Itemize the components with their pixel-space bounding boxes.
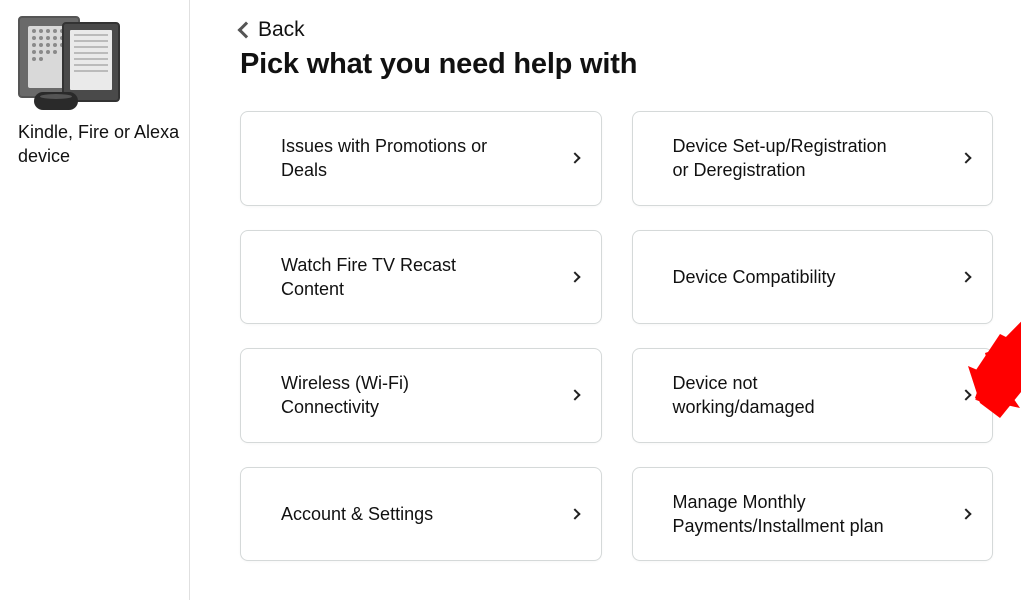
chevron-right-icon: [569, 390, 580, 401]
page-title: Pick what you need help with: [240, 48, 993, 81]
main-content: Back Pick what you need help with Issues…: [190, 0, 1021, 600]
option-label: Device Set-up/Registration or Deregistra…: [673, 134, 903, 183]
chevron-right-icon: [960, 390, 971, 401]
chevron-right-icon: [569, 271, 580, 282]
chevron-right-icon: [960, 271, 971, 282]
sidebar-device-label: Kindle, Fire or Alexa device: [18, 120, 181, 169]
option-manage-payments[interactable]: Manage Monthly Payments/Installment plan: [632, 467, 994, 562]
option-label: Manage Monthly Payments/Installment plan: [673, 490, 903, 539]
option-label: Account & Settings: [281, 502, 433, 526]
option-device-setup-registration[interactable]: Device Set-up/Registration or Deregistra…: [632, 111, 994, 206]
chevron-right-icon: [960, 508, 971, 519]
back-label: Back: [258, 18, 305, 42]
option-wifi-connectivity[interactable]: Wireless (Wi-Fi) Connectivity: [240, 348, 602, 443]
option-device-not-working[interactable]: Device not working/damaged: [632, 348, 994, 443]
option-label: Device Compatibility: [673, 265, 836, 289]
option-label: Device not working/damaged: [673, 371, 903, 420]
option-label: Watch Fire TV Recast Content: [281, 253, 511, 302]
back-button[interactable]: Back: [240, 18, 305, 42]
chevron-right-icon: [960, 153, 971, 164]
option-label: Wireless (Wi-Fi) Connectivity: [281, 371, 511, 420]
option-label: Issues with Promotions or Deals: [281, 134, 511, 183]
echo-icon: [34, 92, 78, 110]
option-account-settings[interactable]: Account & Settings: [240, 467, 602, 562]
device-illustration: [18, 16, 118, 106]
option-promotions-deals[interactable]: Issues with Promotions or Deals: [240, 111, 602, 206]
option-device-compatibility[interactable]: Device Compatibility: [632, 230, 994, 325]
chevron-left-icon: [238, 22, 255, 39]
options-grid: Issues with Promotions or Deals Device S…: [240, 111, 993, 561]
sidebar: Kindle, Fire or Alexa device: [0, 0, 190, 600]
ereader-icon: [62, 22, 120, 102]
chevron-right-icon: [569, 508, 580, 519]
option-fire-tv-recast[interactable]: Watch Fire TV Recast Content: [240, 230, 602, 325]
chevron-right-icon: [569, 153, 580, 164]
